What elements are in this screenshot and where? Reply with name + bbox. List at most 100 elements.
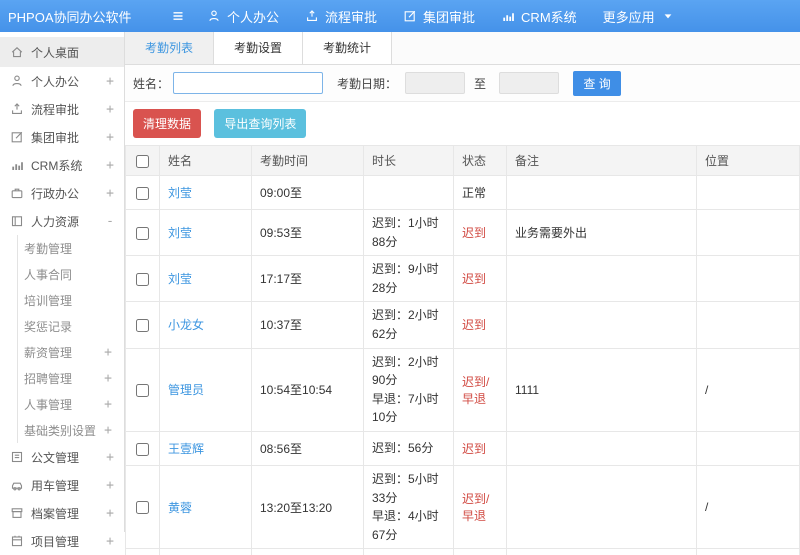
sidebar-item-label: 个人桌面	[31, 44, 79, 61]
tab-strip: 考勤列表考勤设置考勤统计	[125, 32, 800, 65]
row-checkbox[interactable]	[136, 187, 149, 200]
sidebar-subitem-salary-management[interactable]: 薪资管理+	[18, 339, 124, 365]
duration: 迟到：2小时03分	[364, 549, 454, 555]
nav-crm-system[interactable]: CRM系统	[501, 7, 577, 26]
sidebar-subitem-recruitment-management[interactable]: 招聘管理 +	[18, 365, 124, 391]
select-all-checkbox[interactable]	[136, 155, 149, 168]
note	[507, 465, 697, 548]
table-row: 王壹辉10:02至迟到：2小时03分迟到	[126, 549, 800, 555]
table-header-row: 姓名考勤时间时长状态备注位置	[126, 146, 800, 176]
sidebar-submenu-human-resources: 考勤管理人事合同培训管理奖惩记录薪资管理+招聘管理+人事管理+基础类别设置+	[17, 235, 124, 443]
sidebar-item-project-management[interactable]: 项目管理 +	[0, 527, 124, 555]
employee-name-link[interactable]: 管理员	[168, 383, 204, 397]
sidebar-subitem-base-category-settings[interactable]: 基础类别设置+	[18, 417, 124, 443]
sidebar-item-archive-management[interactable]: 档案管理+	[0, 499, 124, 527]
sidebar-item-group-approval[interactable]: 集团审批 +	[0, 123, 124, 151]
tab-attendance-settings[interactable]: 考勤设置	[214, 32, 303, 64]
expand-toggle-icon[interactable]: +	[104, 345, 112, 360]
employee-name-link[interactable]: 刘莹	[168, 226, 192, 240]
app-logo: PHPOA协同办公软件	[0, 7, 163, 26]
sidebar-item-workflow-approval[interactable]: 流程审批 +	[0, 95, 124, 123]
sidebar-item-human-resources[interactable]: 人力资源-	[0, 207, 124, 235]
attendance-time: 10:37至	[252, 302, 364, 348]
sidebar-item-vehicle-management[interactable]: 用车管理 +	[0, 471, 124, 499]
attendance-time: 17:17至	[252, 256, 364, 302]
table-row: 黄蓉13:20至13:20迟到：5小时33分早退：4小时67分迟到/早退/	[126, 465, 800, 548]
duration	[364, 176, 454, 210]
sidebar-item-admin-office[interactable]: 行政办公+	[0, 179, 124, 207]
row-checkbox[interactable]	[136, 384, 149, 397]
expand-toggle-icon[interactable]: +	[106, 74, 114, 89]
attendance-time: 09:00至	[252, 176, 364, 210]
sidebar-item-label: 用车管理	[31, 477, 79, 494]
sidebar-item-crm-system[interactable]: CRM系统+	[0, 151, 124, 179]
query-button[interactable]: 查 询	[573, 71, 621, 96]
status: 迟到/早退	[454, 465, 507, 548]
nav-more-apps[interactable]: 更多应用	[603, 7, 681, 26]
expand-toggle-icon[interactable]: +	[104, 423, 112, 438]
expand-toggle-icon[interactable]: +	[106, 534, 114, 549]
nav-group-approval[interactable]: 集团审批	[403, 7, 475, 26]
sidebar-item-label: 项目管理	[31, 533, 79, 550]
sidebar-item-document-management[interactable]: 公文管理+	[0, 443, 124, 471]
name-label: 姓名：	[133, 75, 169, 92]
doc-icon	[10, 450, 24, 464]
employee-name-link[interactable]: 刘莹	[168, 186, 192, 200]
duration: 迟到：2小时90分早退：7小时10分	[364, 348, 454, 431]
nav-personal-office[interactable]: 个人办公	[207, 7, 279, 26]
export-list-button[interactable]: 导出查询列表	[214, 109, 306, 138]
date-to-input[interactable]	[499, 72, 559, 94]
name-input[interactable]	[173, 72, 323, 94]
attendance-table-body: 刘莹09:00至正常刘莹09:53至迟到：1小时88分迟到业务需要外出刘莹17:…	[126, 176, 800, 555]
approve-icon	[10, 130, 24, 144]
employee-name-link[interactable]: 王壹辉	[168, 442, 204, 456]
status: 迟到/早退	[454, 348, 507, 431]
sidebar-subitem-training-management[interactable]: 培训管理	[18, 287, 124, 313]
note	[507, 431, 697, 465]
expand-toggle-icon[interactable]: +	[106, 130, 114, 145]
expand-toggle-icon[interactable]: +	[106, 478, 114, 493]
sidebar-item-label: 集团审批	[31, 129, 79, 146]
expand-toggle-icon[interactable]: +	[106, 186, 114, 201]
row-checkbox[interactable]	[136, 227, 149, 240]
menu-icon	[171, 9, 185, 23]
row-checkbox[interactable]	[136, 273, 149, 286]
expand-toggle-icon[interactable]: +	[106, 450, 114, 465]
expand-toggle-icon[interactable]: -	[106, 214, 114, 229]
location	[697, 176, 800, 210]
employee-name-link[interactable]: 小龙女	[168, 318, 204, 332]
expand-toggle-icon[interactable]: +	[104, 397, 112, 412]
sidebar-item-label: 流程审批	[31, 101, 79, 118]
approve-icon	[403, 9, 417, 23]
sidebar-subitem-attendance-management[interactable]: 考勤管理	[18, 235, 124, 261]
hamburger-menu-button[interactable]	[163, 9, 193, 23]
sidebar-subitem-label: 招聘管理	[24, 370, 72, 387]
expand-toggle-icon[interactable]: +	[106, 506, 114, 521]
employee-name-link[interactable]: 刘莹	[168, 272, 192, 286]
expand-toggle-icon[interactable]: +	[106, 158, 114, 173]
attendance-table: 姓名考勤时间时长状态备注位置 刘莹09:00至正常刘莹09:53至迟到：1小时8…	[125, 145, 800, 555]
expand-toggle-icon[interactable]: +	[104, 371, 112, 386]
column-header: 位置	[697, 146, 800, 176]
date-from-input[interactable]	[405, 72, 465, 94]
nav-workflow-approval[interactable]: 流程审批	[305, 7, 377, 26]
sidebar-subitem-reward-punishment-log[interactable]: 奖惩记录	[18, 313, 124, 339]
row-checkbox[interactable]	[136, 501, 149, 514]
caret-down-icon	[661, 9, 675, 23]
tab-attendance-stats[interactable]: 考勤统计	[303, 32, 392, 64]
expand-toggle-icon[interactable]: +	[106, 102, 114, 117]
employee-name-link[interactable]: 黄蓉	[168, 501, 192, 515]
sidebar-subitem-personnel-management[interactable]: 人事管理+	[18, 391, 124, 417]
sidebar-item-personal-office[interactable]: 个人办公+	[0, 67, 124, 95]
duration: 迟到：1小时88分	[364, 210, 454, 256]
nav-label: 个人办公	[227, 7, 279, 26]
tab-attendance-list[interactable]: 考勤列表	[125, 32, 214, 64]
row-checkbox[interactable]	[136, 443, 149, 456]
nav-label: 更多应用	[603, 7, 655, 26]
topbar-nav: 个人办公 流程审批 集团审批 CRM系统 更多应用	[207, 7, 707, 26]
row-checkbox[interactable]	[136, 319, 149, 332]
sidebar-subitem-personnel-contract[interactable]: 人事合同	[18, 261, 124, 287]
status: 迟到	[454, 549, 507, 555]
clear-data-button[interactable]: 清理数据	[133, 109, 201, 138]
sidebar-item-personal-desktop[interactable]: 个人桌面	[0, 37, 124, 67]
